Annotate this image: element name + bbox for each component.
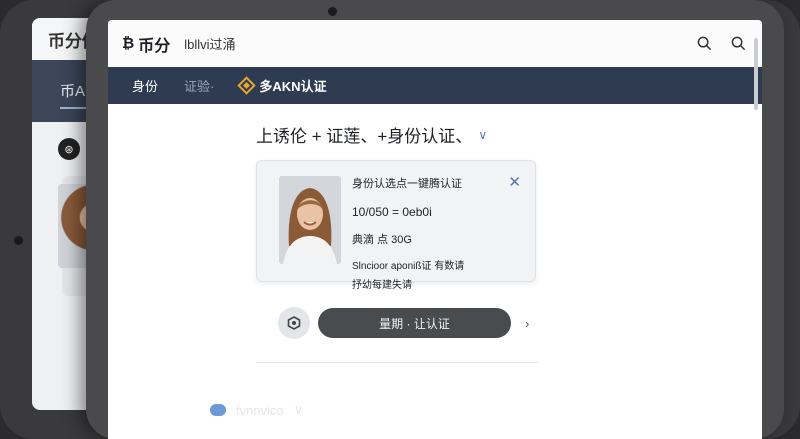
portrait-photo (279, 176, 341, 264)
footer-row: fvnnvico ∨ (210, 402, 303, 418)
back-badge-icon: ⊛ (58, 138, 80, 160)
chevron-down-icon[interactable]: ∨ (294, 402, 304, 418)
card-line-1: 身份认选点一键腾认证 (352, 178, 462, 190)
card-line-2: 10/050 = 0eb0i (352, 205, 432, 219)
id-card: 身份认选点一键腾认证 10/050 = 0eb0i 典滴 点 30G Slnci… (256, 160, 536, 291)
front-screen: ₿ 币分 lbllvi过涌 身份 证验· 多AKN认证 上诱伦 + 证莲、+身份… (108, 20, 762, 439)
card-details: 身份认选点一键腾认证 10/050 = 0eb0i 典滴 点 30G Slnci… (352, 175, 512, 291)
top-bar: ₿ 币分 lbllvi过涌 (108, 20, 762, 67)
brand-name: 币分 (138, 37, 171, 55)
brand[interactable]: ₿ 币分 (122, 32, 170, 56)
tab-identity[interactable]: 身份 (132, 76, 158, 95)
steps-text: 上诱伦 + 证莲、+身份认证、 (256, 127, 473, 146)
camera (328, 7, 337, 16)
main-content: 上诱伦 + 证莲、+身份认证、 ∨ 身份认选点一键腾认证 10/050 = 0e… (108, 104, 762, 439)
chevron-down-icon[interactable]: ∨ (478, 128, 487, 142)
nav-brand-label: 多AKN认证 (259, 79, 327, 94)
bitcoin-b-icon: ₿ (122, 35, 135, 52)
steps-breadcrumb[interactable]: 上诱伦 + 证莲、+身份认证、 ∨ (256, 122, 487, 147)
card-line-4: Slncioor aponiß证 有数请 (352, 261, 465, 272)
back-tab[interactable]: 币AI (60, 74, 90, 109)
tab-verify[interactable]: 证验· (184, 76, 214, 95)
close-icon[interactable]: ✕ (508, 173, 521, 191)
search-icon[interactable] (728, 34, 748, 54)
binance-diamond-icon (237, 76, 257, 95)
footer-label[interactable]: fvnnvico (236, 403, 284, 418)
front-tablet: ₿ 币分 lbllvi过涌 身份 证验· 多AKN认证 上诱伦 + 证莲、+身份… (86, 0, 784, 439)
action-row: 量期 · 让认证 › (278, 307, 529, 339)
divider (256, 362, 538, 363)
card-line-3: 典滴 点 30G (352, 234, 412, 246)
tab-aknverify[interactable]: 多AKN认证 (237, 76, 327, 95)
brand-subtitle: lbllvi过涌 (184, 37, 236, 52)
search-icon[interactable] (694, 34, 714, 54)
nav-bar: 身份 证验· 多AKN认证 (108, 67, 762, 104)
verify-button[interactable]: 量期 · 让认证 (318, 308, 511, 338)
card-line-5: 抒幼每建失请 (352, 280, 412, 291)
shield-icon[interactable] (278, 307, 310, 339)
chevron-right-icon[interactable]: › (525, 316, 529, 331)
scrollbar[interactable] (754, 38, 758, 110)
cloud-icon (210, 404, 226, 416)
sensor-dot (14, 236, 23, 245)
